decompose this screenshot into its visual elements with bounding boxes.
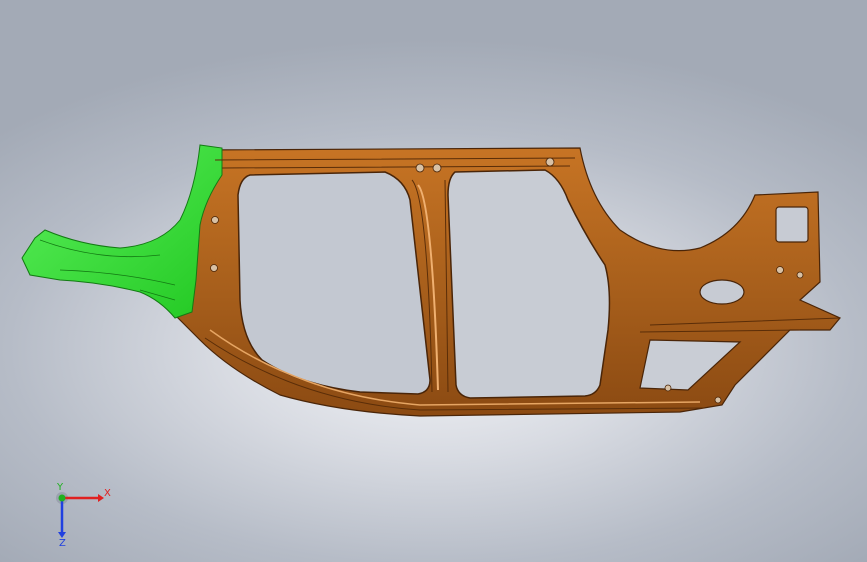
body-side-frame-model[interactable] (0, 0, 867, 562)
graphics-viewport[interactable]: X Z Y (0, 0, 867, 562)
rear-rect-opening (775, 206, 809, 243)
selected-wheelarch-part[interactable] (21, 144, 223, 319)
coordinate-triad: X Z Y (56, 482, 111, 548)
oval-opening (699, 279, 745, 305)
y-axis-label: Y (56, 482, 64, 493)
front-door-opening (237, 171, 431, 395)
z-axis-label: Z (59, 538, 66, 548)
x-axis-label: X (104, 488, 111, 499)
y-axis-dot (58, 494, 66, 502)
